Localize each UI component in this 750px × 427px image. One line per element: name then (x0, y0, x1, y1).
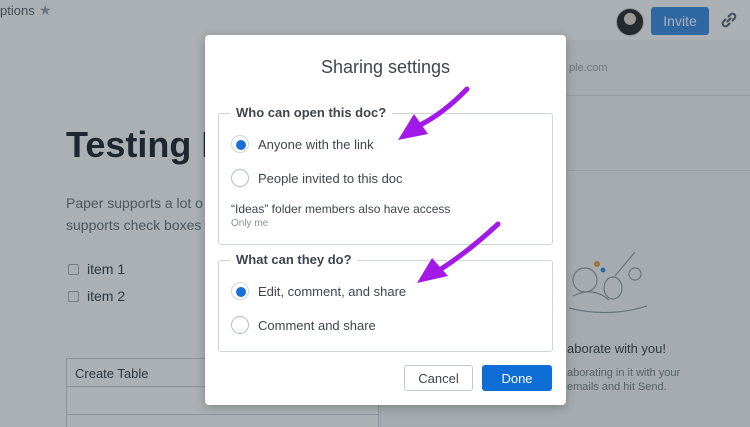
dialog-title: Sharing settings (320, 57, 451, 77)
sharing-settings-dialog: Sharing settings Who can open this doc? … (205, 35, 566, 405)
radio-button[interactable] (231, 135, 249, 153)
radio-label: People invited to this doc (258, 170, 403, 186)
cancel-button[interactable]: Cancel (404, 365, 473, 391)
access-legend: Who can open this doc? (230, 105, 393, 120)
radio-label: Anyone with the link (258, 136, 374, 152)
folder-access-subnote: Only me (231, 218, 269, 229)
radio-button[interactable] (231, 282, 249, 300)
radio-label: Comment and share (258, 317, 376, 333)
folder-access-note: “Ideas” folder members also have access (231, 202, 451, 216)
radio-button[interactable] (231, 316, 249, 334)
radio-anyone-with-link[interactable]: Anyone with the link (231, 134, 374, 154)
radio-comment-share[interactable]: Comment and share (231, 315, 376, 335)
radio-label: Edit, comment, and share (258, 283, 407, 299)
done-button[interactable]: Done (482, 365, 552, 391)
radio-people-invited[interactable]: People invited to this doc (231, 168, 403, 188)
permissions-group: What can they do? Edit, comment, and sha… (218, 252, 553, 352)
access-group: Who can open this doc? Anyone with the l… (218, 105, 553, 245)
radio-edit-comment-share[interactable]: Edit, comment, and share (231, 281, 406, 301)
radio-button[interactable] (231, 169, 249, 187)
permissions-legend: What can they do? (230, 252, 358, 267)
